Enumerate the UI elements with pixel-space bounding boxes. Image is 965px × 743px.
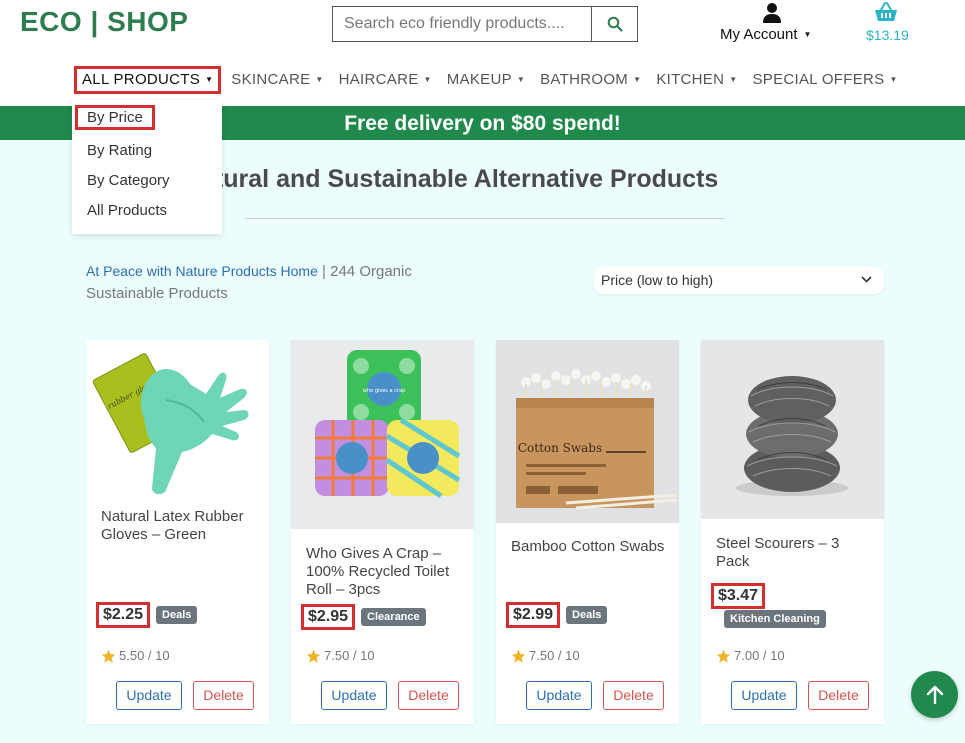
- price-row: $2.25 Deals: [96, 602, 198, 628]
- update-button[interactable]: Update: [116, 681, 182, 710]
- roll-brand-text: who gives a crap: [363, 388, 405, 394]
- caret-down-icon: ▼: [205, 75, 214, 84]
- product-badge: Kitchen Cleaning: [724, 610, 826, 628]
- dropdown-item-by-price[interactable]: By Price: [75, 105, 155, 130]
- caret-down-icon: ▼: [315, 75, 324, 84]
- product-card: Cotton Swabs Bamboo Cotton Swabs $2.99 D…: [496, 340, 679, 724]
- product-image-gloves[interactable]: rubber gloves: [86, 340, 269, 498]
- price-row: $3.47: [711, 583, 766, 609]
- nav-bathroom[interactable]: BATHROOM ▼: [535, 66, 646, 94]
- nav-label: KITCHEN: [656, 71, 725, 88]
- dropdown-item-by-rating[interactable]: By Rating: [87, 142, 152, 159]
- account-label: My Account: [720, 26, 798, 43]
- product-name[interactable]: Steel Scourers – 3 Pack: [716, 535, 876, 571]
- product-name[interactable]: Who Gives A Crap – 100% Recycled Toilet …: [306, 545, 466, 599]
- search-input[interactable]: [333, 7, 591, 41]
- my-account-menu[interactable]: My Account ▼: [716, 0, 828, 46]
- product-name[interactable]: Bamboo Cotton Swabs: [511, 538, 671, 556]
- breadcrumb-home-link[interactable]: At Peace with Nature Products Home: [86, 263, 318, 279]
- product-card: rubber gloves Natural Latex Rubber Glove…: [86, 340, 269, 724]
- product-name[interactable]: Natural Latex Rubber Gloves – Green: [101, 508, 261, 544]
- search-icon: [607, 16, 623, 32]
- product-image-toilet-roll[interactable]: who gives a crap: [291, 340, 474, 529]
- star-icon: [716, 649, 731, 663]
- product-image-steel-scourers[interactable]: [701, 340, 884, 519]
- toilet-roll-photo: who gives a crap: [315, 350, 461, 499]
- search-button[interactable]: [591, 7, 637, 41]
- product-rating: 7.50 / 10: [511, 648, 580, 663]
- caret-down-icon: ▼: [889, 75, 898, 84]
- product-card: Steel Scourers – 3 Pack $3.47 Kitchen Cl…: [701, 340, 884, 724]
- user-icon: [763, 3, 781, 23]
- site-header: ECO | SHOP My Account ▼ $13.19 ALL PRODUC…: [0, 0, 965, 106]
- basket-icon: [875, 2, 897, 21]
- product-image-cotton-swabs[interactable]: Cotton Swabs: [496, 340, 679, 523]
- product-badge: Deals: [156, 606, 198, 624]
- price-row: $2.95 Clearance: [301, 604, 426, 630]
- rating-value: 7.50 / 10: [529, 648, 580, 663]
- nav-special-offers[interactable]: SPECIAL OFFERS ▼: [747, 66, 902, 94]
- caret-down-icon: ▼: [633, 75, 642, 84]
- caret-down-icon: ▼: [803, 30, 812, 39]
- steel-scourers-photo: [736, 376, 848, 496]
- caret-down-icon: ▼: [423, 75, 432, 84]
- dropdown-item-by-category[interactable]: By Category: [87, 172, 170, 189]
- price-row: $2.99 Deals: [506, 602, 608, 628]
- swabs-box-title: Cotton Swabs: [518, 441, 602, 455]
- caret-down-icon: ▼: [516, 75, 526, 84]
- cotton-swabs-photo: Cotton Swabs: [516, 369, 677, 510]
- product-price: $2.25: [96, 602, 151, 628]
- star-icon: [101, 649, 116, 663]
- nav-label: HAIRCARE: [338, 71, 419, 88]
- chevron-down-icon: [861, 276, 872, 283]
- product-rating: 7.50 / 10: [306, 648, 375, 663]
- product-card: who gives a crap Who Gives A Crap – 100%…: [291, 340, 474, 724]
- delete-button[interactable]: Delete: [808, 681, 869, 710]
- product-rating: 7.00 / 10: [716, 648, 785, 663]
- search-bar: [332, 6, 638, 42]
- nav-label: BATHROOM: [540, 71, 629, 88]
- update-button[interactable]: Update: [731, 681, 797, 710]
- update-button[interactable]: Update: [526, 681, 592, 710]
- nav-makeup[interactable]: MAKEUP ▼: [442, 66, 530, 94]
- page-title: Natural and Sustainable Alternative Prod…: [183, 165, 719, 193]
- nav-label: MAKEUP: [446, 71, 512, 88]
- sort-selected-label: Price (low to high): [601, 272, 714, 288]
- cart-button[interactable]: $13.19: [862, 0, 912, 46]
- logo[interactable]: ECO | SHOP: [20, 6, 188, 38]
- gloves-photo: rubber gloves: [92, 353, 249, 495]
- rating-value: 7.00 / 10: [734, 648, 785, 663]
- delete-button[interactable]: Delete: [193, 681, 254, 710]
- breadcrumb: At Peace with Nature Products Home | 244…: [86, 260, 476, 305]
- star-icon: [306, 649, 321, 663]
- cart-total: $13.19: [866, 27, 909, 43]
- rating-value: 7.50 / 10: [324, 648, 375, 663]
- sort-select[interactable]: Price (low to high): [594, 267, 884, 294]
- product-price: $2.95: [301, 604, 356, 630]
- all-products-dropdown: By Price By Rating By Category All Produ…: [72, 100, 222, 234]
- update-button[interactable]: Update: [321, 681, 387, 710]
- main-nav: ALL PRODUCTS ▼ SKINCARE ▼ HAIRCARE ▼ MAKEUP…: [74, 66, 908, 94]
- nav-label: SPECIAL OFFERS: [752, 71, 885, 88]
- nav-label: ALL PRODUCTS: [82, 71, 201, 88]
- nav-haircare[interactable]: HAIRCARE ▼: [334, 66, 437, 94]
- arrow-up-icon: [926, 685, 943, 704]
- product-rating: 5.50 / 10: [101, 648, 170, 663]
- dropdown-item-all-products[interactable]: All Products: [87, 202, 167, 219]
- delete-button[interactable]: Delete: [398, 681, 459, 710]
- product-price: $2.99: [506, 602, 561, 628]
- product-badge: Clearance: [361, 608, 426, 626]
- scroll-to-top-button[interactable]: [911, 671, 958, 718]
- delete-button[interactable]: Delete: [603, 681, 664, 710]
- caret-down-icon: ▼: [729, 75, 738, 84]
- nav-label: SKINCARE: [231, 71, 311, 88]
- nav-all-products[interactable]: ALL PRODUCTS ▼: [74, 66, 222, 94]
- product-price: $3.47: [711, 583, 766, 609]
- rating-value: 5.50 / 10: [119, 648, 170, 663]
- nav-skincare[interactable]: SKINCARE ▼: [226, 66, 328, 94]
- product-badge: Deals: [566, 606, 608, 624]
- star-icon: [511, 649, 526, 663]
- title-divider: [245, 218, 725, 219]
- nav-kitchen[interactable]: KITCHEN ▼: [651, 66, 742, 94]
